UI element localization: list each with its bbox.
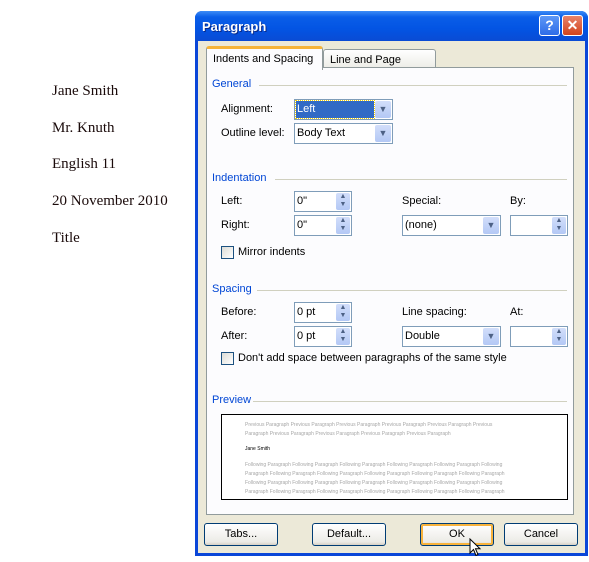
by-spinner[interactable]: ▲ ▼ xyxy=(510,215,568,236)
question-mark-icon: ? xyxy=(545,17,554,33)
preview-following-line: Paragraph Following Paragraph Following … xyxy=(245,471,505,477)
chevron-down-icon[interactable]: ▼ xyxy=(375,101,391,118)
outline-level-value: Body Text xyxy=(297,127,346,139)
special-label: Special: xyxy=(402,195,442,207)
divider xyxy=(275,179,567,180)
preview-previous-line: Previous Paragraph Previous Paragraph Pr… xyxy=(245,422,493,428)
doc-line-class: English 11 xyxy=(52,156,117,172)
doc-line-date: 20 November 2010 xyxy=(52,193,168,209)
preview-following-line: Paragraph Following Paragraph Following … xyxy=(245,489,505,495)
tab-indents-and-spacing[interactable]: Indents and Spacing xyxy=(206,46,323,70)
preview-current-paragraph: Jane Smith xyxy=(245,446,271,452)
indentation-heading: Indentation xyxy=(212,172,267,184)
paragraph-dialog: Paragraph ? ✕ Indents and Spacing Line a… xyxy=(195,11,588,556)
default-button[interactable]: Default... xyxy=(312,523,386,546)
alignment-label: Alignment: xyxy=(221,103,273,115)
preview-following-line: Following Paragraph Following Paragraph … xyxy=(245,480,503,486)
tabs-button[interactable]: Tabs... xyxy=(204,523,278,546)
close-button[interactable]: ✕ xyxy=(562,15,583,36)
preview-following-line: Following Paragraph Following Paragraph … xyxy=(245,462,503,468)
spin-arrows-icon[interactable]: ▲ ▼ xyxy=(336,304,350,321)
help-button[interactable]: ? xyxy=(539,15,560,36)
alignment-select[interactable]: Left ▼ xyxy=(294,99,393,120)
alignment-value: Left xyxy=(295,100,375,119)
spin-arrows-icon[interactable]: ▲ ▼ xyxy=(336,217,350,234)
dont-add-space-label[interactable]: Don't add space between paragraphs of th… xyxy=(238,352,507,364)
after-spinner[interactable]: 0 pt ▲ ▼ xyxy=(294,326,352,347)
by-label: By: xyxy=(510,195,526,207)
mirror-indents-checkbox[interactable] xyxy=(221,246,234,259)
spin-arrows-icon[interactable]: ▲ ▼ xyxy=(552,217,566,234)
spin-arrows-icon[interactable]: ▲ ▼ xyxy=(336,328,350,345)
cancel-button[interactable]: Cancel xyxy=(504,523,578,546)
preview-previous-line: Paragraph Previous Paragraph Previous Pa… xyxy=(245,431,451,437)
mouse-pointer-icon xyxy=(469,538,482,557)
right-indent-value: 0" xyxy=(297,219,308,231)
chevron-down-icon[interactable]: ▼ xyxy=(483,328,499,345)
preview-box: Previous Paragraph Previous Paragraph Pr… xyxy=(221,414,568,500)
left-indent-spinner[interactable]: 0" ▲ ▼ xyxy=(294,191,352,212)
before-label: Before: xyxy=(221,306,257,318)
at-spinner[interactable]: ▲ ▼ xyxy=(510,326,568,347)
right-indent-spinner[interactable]: 0" ▲ ▼ xyxy=(294,215,352,236)
tab-panel: General Alignment: Left ▼ Outline level:… xyxy=(206,67,574,515)
after-value: 0 pt xyxy=(297,330,316,342)
tab-line-and-page-breaks[interactable]: Line and Page Breaks xyxy=(323,49,436,78)
special-value: (none) xyxy=(405,219,437,231)
tab-label: Indents and Spacing xyxy=(213,53,314,65)
mirror-indents-label[interactable]: Mirror indents xyxy=(238,246,305,258)
before-spinner[interactable]: 0 pt ▲ ▼ xyxy=(294,302,352,323)
before-value: 0 pt xyxy=(297,306,316,318)
left-indent-value: 0" xyxy=(297,195,308,207)
close-x-icon: ✕ xyxy=(566,17,579,33)
doc-line-title: Title xyxy=(52,230,80,246)
outline-level-label: Outline level: xyxy=(221,127,285,139)
doc-line-teacher: Mr. Knuth xyxy=(52,120,115,136)
divider xyxy=(253,401,567,402)
after-label: After: xyxy=(221,330,248,342)
line-spacing-select[interactable]: Double ▼ xyxy=(402,326,501,347)
left-indent-label: Left: xyxy=(221,195,243,207)
special-select[interactable]: (none) ▼ xyxy=(402,215,501,236)
line-spacing-value: Double xyxy=(405,330,440,342)
spacing-heading: Spacing xyxy=(212,283,252,295)
doc-line-name: Jane Smith xyxy=(52,83,119,99)
spin-arrows-icon[interactable]: ▲ ▼ xyxy=(552,328,566,345)
divider xyxy=(257,290,567,291)
general-heading: General xyxy=(212,78,252,90)
dont-add-space-checkbox[interactable] xyxy=(221,352,234,365)
chevron-down-icon[interactable]: ▼ xyxy=(483,217,499,234)
line-spacing-label: Line spacing: xyxy=(402,306,467,318)
title-bar[interactable]: Paragraph ? ✕ xyxy=(195,11,588,41)
chevron-down-icon[interactable]: ▼ xyxy=(375,125,391,142)
dialog-client: Indents and Spacing Line and Page Breaks… xyxy=(198,41,585,553)
outline-level-select[interactable]: Body Text ▼ xyxy=(294,123,393,144)
at-label: At: xyxy=(510,306,524,318)
spin-arrows-icon[interactable]: ▲ ▼ xyxy=(336,193,350,210)
preview-heading: Preview xyxy=(212,394,252,406)
dialog-title: Paragraph xyxy=(202,19,267,34)
right-indent-label: Right: xyxy=(221,219,250,231)
divider xyxy=(259,85,567,86)
